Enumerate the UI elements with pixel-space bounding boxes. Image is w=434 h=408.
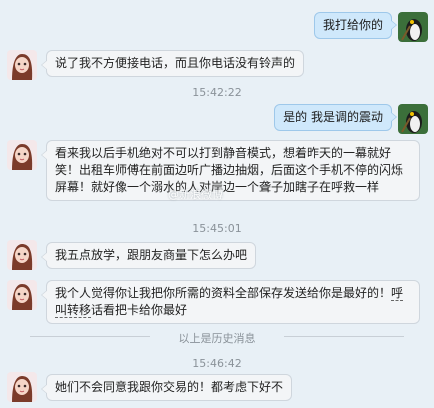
message-bubble[interactable]: 她们不会同意我跟你交易的！都考虑下好不 (40, 374, 293, 401)
weibo-watermark: @新浪微博 (168, 188, 223, 201)
history-label: 以上是历史消息 (172, 332, 262, 345)
divider-line (30, 336, 150, 337)
penguin-avatar[interactable] (398, 12, 428, 42)
girl-avatar[interactable] (7, 372, 37, 402)
message-bubble[interactable]: 说了我不方便接电话，而且你电话没有铃声的 (40, 50, 305, 77)
girl-avatar[interactable] (7, 240, 37, 270)
chat-window: 我打给你的 说了我不方便接电话，而且你电话没有铃声的 15:42:22 是的 我… (0, 0, 434, 408)
divider-line (284, 336, 404, 337)
girl-avatar[interactable] (7, 50, 37, 80)
message-bubble[interactable]: 看来我以后手机绝对不可以打到静音模式，想着昨天的一幕就好笑！出租车师傅在前面边听… (41, 140, 420, 201)
girl-avatar[interactable] (7, 280, 37, 310)
timestamp: 15:46:42 (192, 357, 242, 370)
message-bubble[interactable]: 我打给你的 (313, 12, 398, 39)
message-bubble[interactable]: 是的 我是调的震动 (274, 104, 397, 131)
message-bubble[interactable]: 我个人觉得你让我把你所需的资料全部保存发送给你是最好的！呼叫转移话看把卡给你最好 (41, 280, 420, 324)
message-text: 我个人觉得你让我把你所需的资料全部保存发送给你是最好的！ (55, 286, 392, 300)
girl-avatar[interactable] (7, 140, 37, 170)
timestamp: 15:42:22 (192, 86, 242, 99)
message-text: 话看把卡给你最好 (91, 303, 188, 317)
history-divider: 以上是历史消息 (30, 330, 404, 345)
timestamp: 15:45:01 (192, 222, 242, 235)
message-bubble[interactable]: 我五点放学，跟朋友商量下怎么办吧 (40, 242, 257, 269)
penguin-avatar[interactable] (398, 104, 428, 134)
